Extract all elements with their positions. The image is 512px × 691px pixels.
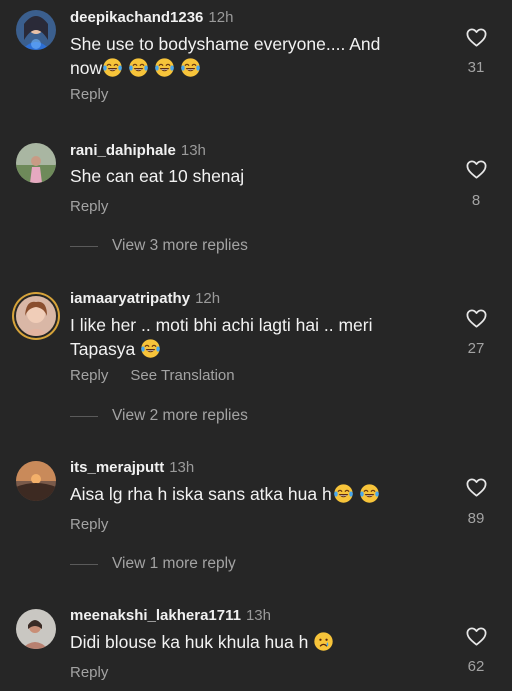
comment-username[interactable]: its_merajputt 13h bbox=[70, 459, 194, 476]
comment-username[interactable]: iamaaryatripathy 12h bbox=[70, 290, 220, 307]
tears-of-joy-emoji bbox=[140, 338, 161, 359]
comment-timestamp: 13h bbox=[245, 607, 271, 624]
reply-button[interactable]: Reply bbox=[70, 198, 108, 215]
like-button[interactable] bbox=[462, 625, 490, 648]
like-count: 89 bbox=[467, 510, 485, 527]
like-count: 31 bbox=[467, 59, 485, 76]
avatar[interactable] bbox=[16, 143, 56, 183]
divider-line bbox=[70, 563, 98, 565]
comment-text: She use to bodyshame everyone.... And no… bbox=[70, 34, 381, 78]
heart-outline-icon bbox=[465, 26, 488, 49]
tears-of-joy-emoji bbox=[359, 483, 380, 504]
reply-button[interactable]: Reply bbox=[70, 516, 108, 533]
see-translation-button[interactable]: See Translation bbox=[130, 367, 234, 384]
comment-text: She can eat 10 shenaj bbox=[70, 166, 245, 186]
comment-text: Aisa lg rha h iska sans atka hua h bbox=[70, 482, 420, 506]
view-more-replies-button[interactable]: View 3 more replies bbox=[70, 237, 248, 255]
like-count: 62 bbox=[467, 658, 485, 675]
reply-button[interactable]: Reply bbox=[70, 367, 108, 384]
like-button[interactable] bbox=[462, 158, 490, 181]
tears-of-joy-emoji bbox=[128, 57, 149, 78]
like-count: 8 bbox=[471, 192, 481, 209]
view-more-replies-button[interactable]: View 1 more reply bbox=[70, 555, 236, 573]
comment-text: I like her .. moti bhi achi lagti hai ..… bbox=[70, 315, 373, 359]
comment-username[interactable]: rani_dahiphale 13h bbox=[70, 142, 206, 159]
avatar[interactable] bbox=[16, 10, 56, 50]
comment-username[interactable]: deepikachand1236 12h bbox=[70, 9, 233, 26]
avatar[interactable] bbox=[16, 296, 56, 336]
like-count: 27 bbox=[467, 340, 485, 357]
heart-outline-icon bbox=[465, 307, 488, 330]
reply-button[interactable]: Reply bbox=[70, 664, 108, 681]
tears-of-joy-emoji bbox=[333, 483, 354, 504]
tears-of-joy-emoji bbox=[154, 57, 175, 78]
comment-item: deepikachand1236 12h She use to bodyshame… bbox=[0, 0, 512, 120]
comment-username[interactable]: meenakshi_lakhera1711 13h bbox=[70, 607, 271, 624]
divider-line bbox=[70, 415, 98, 417]
like-button[interactable] bbox=[462, 26, 490, 49]
heart-outline-icon bbox=[465, 625, 488, 648]
like-button[interactable] bbox=[462, 476, 490, 499]
reply-button[interactable]: Reply bbox=[70, 86, 108, 103]
like-button[interactable] bbox=[462, 307, 490, 330]
divider-line bbox=[70, 245, 98, 247]
comment-timestamp: 13h bbox=[180, 142, 206, 159]
avatar[interactable] bbox=[16, 461, 56, 501]
tears-of-joy-emoji bbox=[102, 57, 123, 78]
view-more-replies-button[interactable]: View 2 more replies bbox=[70, 407, 248, 425]
comment-timestamp: 13h bbox=[169, 459, 195, 476]
tears-of-joy-emoji bbox=[180, 57, 201, 78]
avatar[interactable] bbox=[16, 609, 56, 649]
crying-face-emoji bbox=[313, 631, 334, 652]
comment-text: Didi blouse ka huk khula hua h bbox=[70, 630, 420, 654]
comment-timestamp: 12h bbox=[195, 290, 221, 307]
heart-outline-icon bbox=[465, 476, 488, 499]
comment-timestamp: 12h bbox=[208, 9, 234, 26]
heart-outline-icon bbox=[465, 158, 488, 181]
